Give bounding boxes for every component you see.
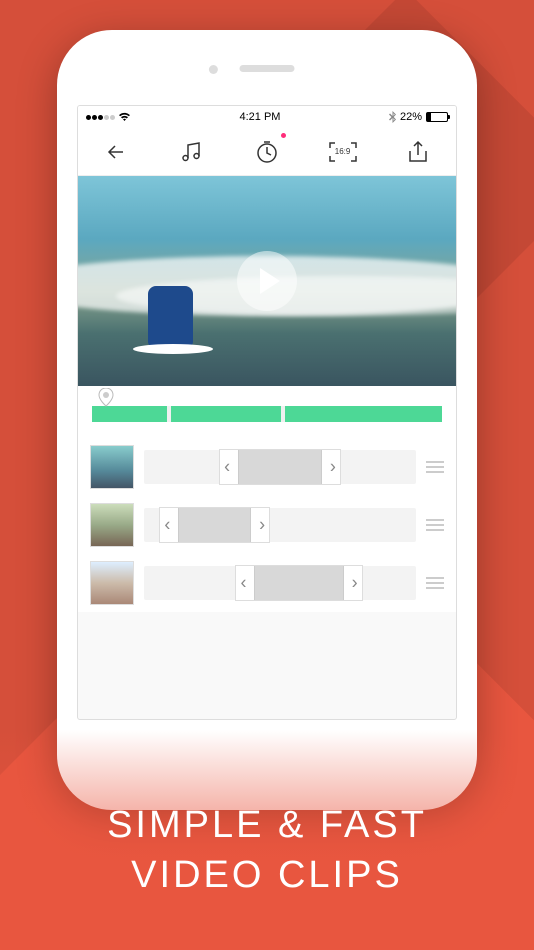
promo-tagline: SIMPLE & FAST VIDEO CLIPS [0,801,534,900]
device-screen: 4:21 PM 22% 16:9 [77,105,457,720]
tagline-line1: SIMPLE & FAST [0,801,534,850]
timer-indicator-icon [281,133,286,138]
device-speaker [240,65,295,72]
drag-handle-icon[interactable] [426,577,444,589]
timeline-segments [92,406,442,422]
clip-list [78,438,456,612]
play-button[interactable] [237,251,297,311]
clip-thumbnail[interactable] [90,561,134,605]
signal-dots [86,115,115,120]
drag-handle-icon[interactable] [426,461,444,473]
music-button[interactable] [173,134,209,170]
timeline-track[interactable] [78,386,456,438]
device-camera [209,65,218,74]
trim-selection[interactable] [220,450,340,484]
status-right: 22% [389,111,448,123]
clip-row [78,496,456,554]
status-left [86,112,131,122]
timeline-segment[interactable] [171,406,280,422]
play-icon [260,268,280,294]
tagline-line2: VIDEO CLIPS [0,851,534,900]
clip-trim-track[interactable] [144,566,416,600]
status-bar: 4:21 PM 22% [78,106,456,128]
back-button[interactable] [98,134,134,170]
wifi-icon [118,112,131,122]
trim-selection[interactable] [160,508,269,542]
aspect-ratio-button[interactable]: 16:9 [325,134,361,170]
status-time: 4:21 PM [240,111,281,123]
timeline-segment[interactable] [285,406,442,422]
battery-icon [426,112,448,122]
share-button[interactable] [400,134,436,170]
video-preview[interactable] [78,176,456,386]
clip-trim-track[interactable] [144,450,416,484]
aspect-ratio-label: 16:9 [335,147,351,156]
playhead-pin-icon[interactable] [98,388,114,404]
clip-row [78,554,456,612]
clip-trim-track[interactable] [144,508,416,542]
editor-toolbar: 16:9 [78,128,456,176]
drag-handle-icon[interactable] [426,519,444,531]
clip-thumbnail[interactable] [90,503,134,547]
surfer-graphic [148,286,193,346]
device-frame: 4:21 PM 22% 16:9 [57,30,477,810]
trim-selection[interactable] [236,566,361,600]
bluetooth-icon [389,111,396,123]
battery-text: 22% [400,111,422,123]
clip-thumbnail[interactable] [90,445,134,489]
timer-button[interactable] [249,134,285,170]
clip-row [78,438,456,496]
timeline-segment[interactable] [92,406,167,422]
